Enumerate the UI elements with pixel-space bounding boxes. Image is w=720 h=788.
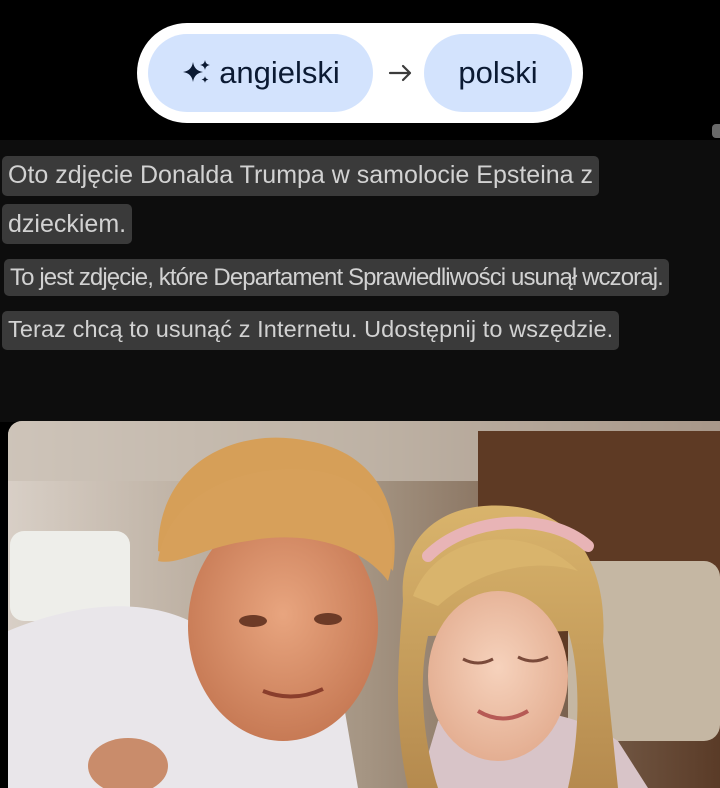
translated-line-3: To jest zdjęcie, które Departament Spraw… <box>4 259 669 296</box>
target-language-chip[interactable]: polski <box>424 34 572 112</box>
source-language-label: angielski <box>219 55 340 90</box>
arrow-right-icon[interactable] <box>381 58 421 88</box>
scroll-indicator <box>712 124 720 138</box>
sparkle-icon <box>181 58 211 88</box>
translated-line-4: Teraz chcą to usunąć z Internetu. Udostę… <box>2 311 620 350</box>
source-language-chip[interactable]: angielski <box>148 34 373 112</box>
target-language-label: polski <box>458 55 538 90</box>
translated-line-1: Oto zdjęcie Donalda Trumpa w samolocie E… <box>2 156 600 196</box>
language-switcher: angielski polski <box>137 23 583 123</box>
translated-photo <box>8 421 720 788</box>
translated-line-2: dzieckiem. <box>2 204 133 244</box>
